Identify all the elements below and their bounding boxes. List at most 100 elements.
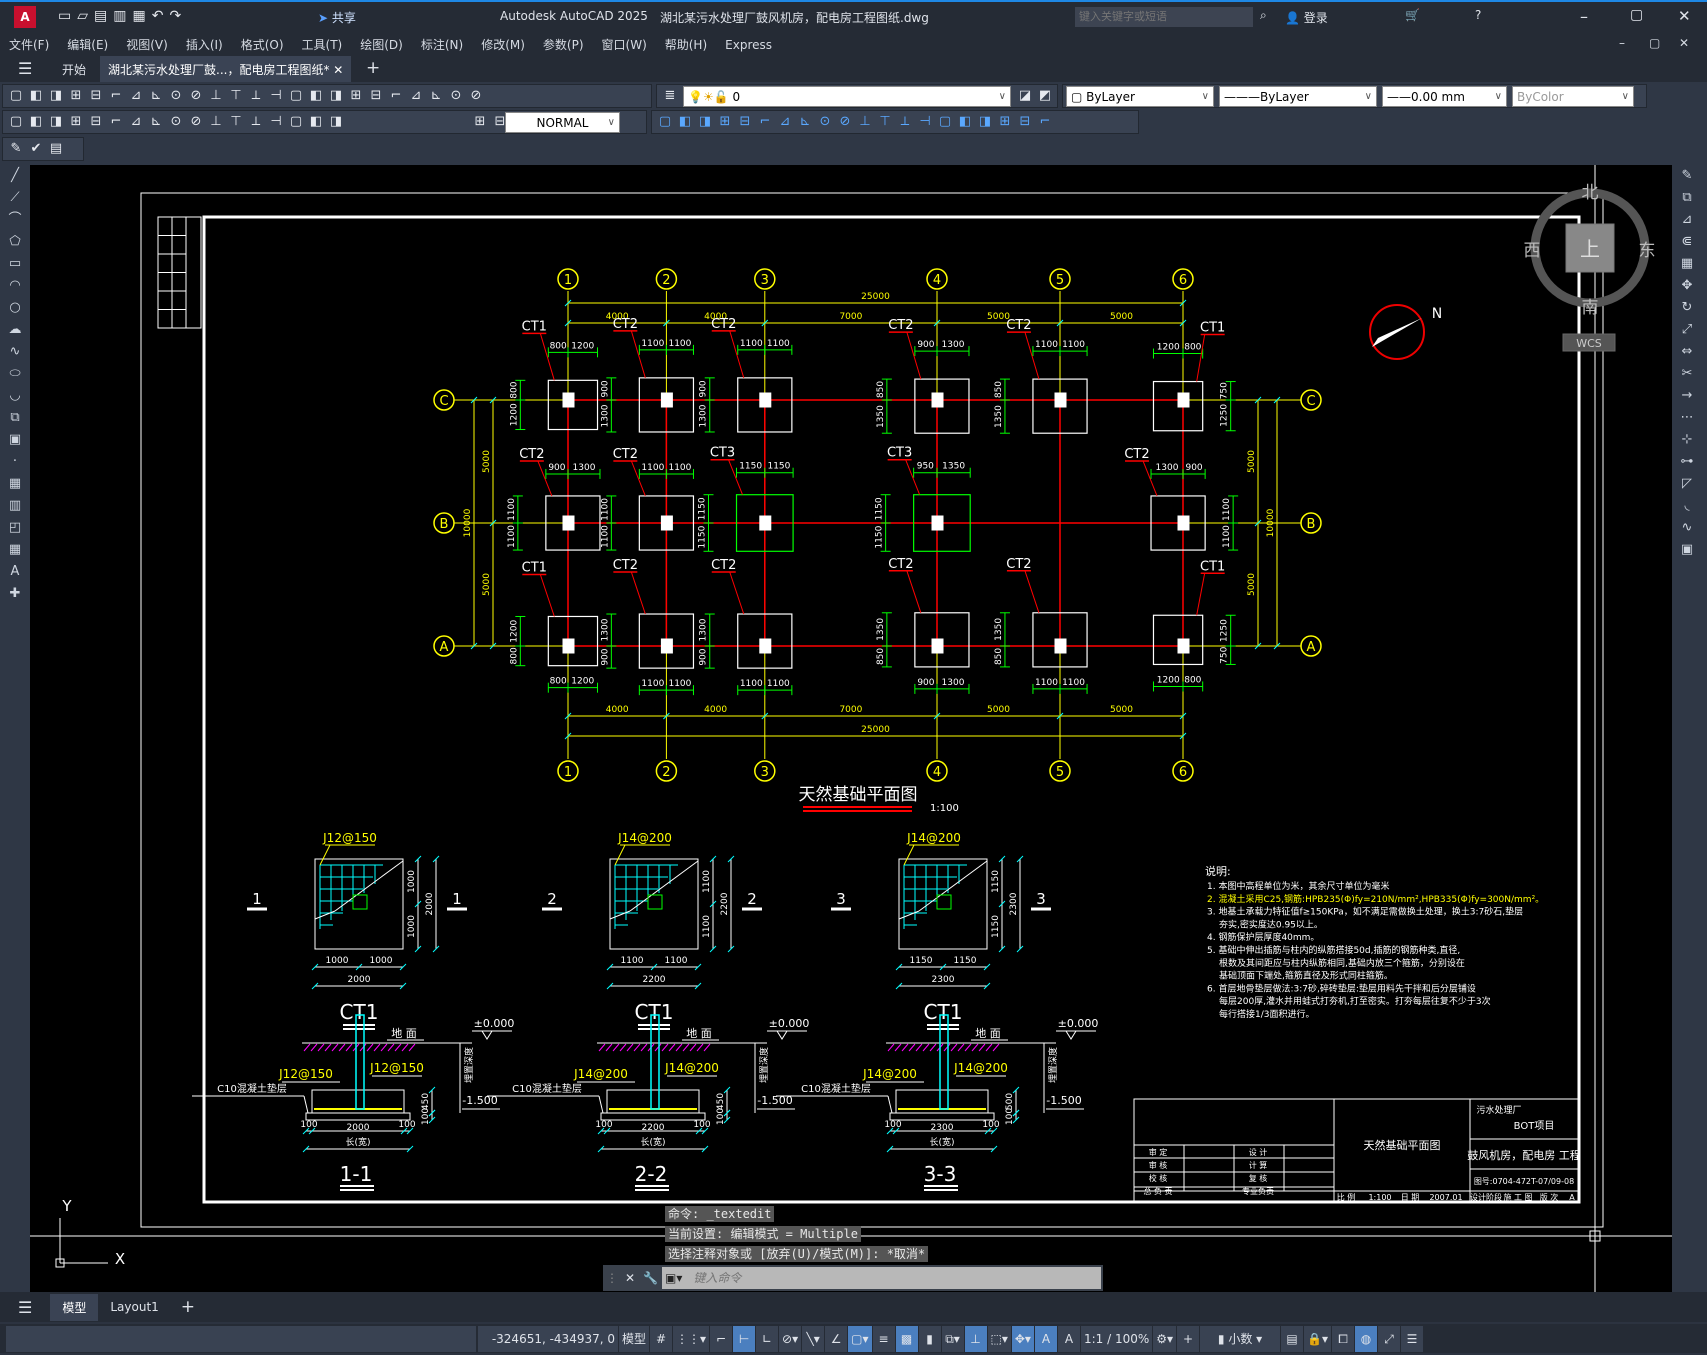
add-layout-button[interactable]: + <box>171 1297 205 1317</box>
close-command-icon[interactable]: ✕ <box>621 1271 639 1285</box>
move-icon[interactable]: ✥ <box>1672 275 1702 297</box>
ellipse-arc-icon[interactable]: ◡ <box>0 385 30 407</box>
object-snap-icon[interactable]: ▢▾ <box>848 1325 872 1352</box>
hatch-icon[interactable]: ▦ <box>0 473 30 495</box>
spline-icon[interactable]: ∿ <box>0 341 30 363</box>
inspect-icon[interactable]: ◧ <box>306 112 326 132</box>
stretch-icon[interactable]: ⊙ <box>815 112 835 132</box>
join-icon[interactable]: ⊶ <box>1672 451 1702 473</box>
dim-radius-icon[interactable]: ⊟ <box>86 112 106 132</box>
close-tab-icon[interactable]: ✕ <box>333 63 343 77</box>
dim-diameter-icon[interactable]: ⊿ <box>126 112 146 132</box>
erase-icon[interactable]: ▢ <box>655 112 675 132</box>
cut-icon[interactable]: ⊾ <box>146 86 166 106</box>
menu-item[interactable]: 绘图(D) <box>351 32 412 57</box>
pan-icon[interactable]: ⊣ <box>266 86 286 106</box>
menu-item[interactable]: 编辑(E) <box>58 32 117 57</box>
multiline-text-icon[interactable]: A <box>0 561 30 583</box>
plotstyle-select[interactable]: ByColor ∨ <box>1512 86 1634 107</box>
doc-close-button[interactable]: ✕ <box>1670 32 1698 54</box>
search-icon[interactable]: ⌕ <box>1260 8 1267 23</box>
break-icon[interactable]: ⟂ <box>895 112 915 132</box>
align-icon[interactable]: ⊞ <box>995 112 1015 132</box>
units-select[interactable]: ▮ 小数 ▾ <box>1200 1325 1281 1352</box>
grip-handle[interactable]: ⋮ <box>603 1271 621 1285</box>
print-icon[interactable]: ▦ <box>132 8 151 24</box>
polyline-icon[interactable]: ⟋ <box>0 187 30 209</box>
open-icon[interactable]: ▱ <box>77 8 94 24</box>
menu-item[interactable]: 帮助(H) <box>656 32 716 57</box>
clean-screen-icon[interactable]: ⤢ <box>1378 1325 1400 1352</box>
tolerance-icon[interactable]: ⊣ <box>266 112 286 132</box>
rotate-icon[interactable]: ↻ <box>1672 297 1702 319</box>
mirror-icon[interactable]: ⊿ <box>1672 209 1702 231</box>
extend-icon[interactable]: → <box>1672 385 1702 407</box>
arc-icon[interactable]: ◠ <box>0 275 30 297</box>
join-icon[interactable]: ⊣ <box>915 112 935 132</box>
dim-aligned-icon[interactable]: ◧ <box>26 112 46 132</box>
quick-dim-icon[interactable]: ⊙ <box>166 112 186 132</box>
break-icon[interactable]: ⊹ <box>1672 429 1702 451</box>
annotation-scale[interactable]: 1:1 / 100% <box>1080 1325 1153 1352</box>
match-icon[interactable]: ⊥ <box>206 86 226 106</box>
layer-previous-icon[interactable]: ◩ <box>1035 86 1055 106</box>
chamfer-icon[interactable]: ▢ <box>935 112 955 132</box>
dim-space-icon[interactable]: ⊤ <box>226 112 246 132</box>
menu-item[interactable]: 格式(O) <box>232 32 293 57</box>
save-as-icon[interactable]: ▥ <box>113 8 132 24</box>
copy-obj-icon[interactable]: ◧ <box>675 112 695 132</box>
command-input[interactable] <box>685 1267 1101 1289</box>
dim-break-icon[interactable]: ⟂ <box>246 112 266 132</box>
save-icon[interactable]: ▤ <box>94 8 113 24</box>
dim-jogged-icon[interactable]: ⌐ <box>106 112 126 132</box>
dim-edit-icon[interactable]: ⊞ <box>470 112 490 132</box>
trim-icon[interactable]: ✂ <box>1672 363 1702 385</box>
login-button[interactable]: 👤 登录 <box>1285 9 1328 26</box>
grid-icon[interactable]: # <box>650 1325 673 1352</box>
block-icon[interactable]: ⊟ <box>1015 112 1035 132</box>
isometric-icon[interactable]: ╲▾ <box>802 1325 825 1352</box>
redo-icon[interactable]: ↷ <box>169 8 187 24</box>
layer-select[interactable]: 💡☀🔓 0 ∨ <box>683 86 1011 107</box>
insert-block-icon[interactable]: ⧉ <box>0 407 30 429</box>
point-icon[interactable]: · <box>0 451 30 473</box>
cart-icon[interactable]: 🛒 <box>1405 8 1420 22</box>
design-center-icon[interactable]: ⊟ <box>366 86 386 106</box>
redo-icon[interactable]: ⟂ <box>246 86 266 106</box>
new-icon[interactable]: ▭ <box>58 8 77 24</box>
zoom-realtime-icon[interactable]: ▢ <box>286 86 306 106</box>
array-icon[interactable]: ▦ <box>1672 253 1702 275</box>
tab-start[interactable]: 开始 <box>62 61 86 78</box>
doc-minimize-button[interactable]: – <box>1610 32 1634 54</box>
tool-palette-icon[interactable]: ⌐ <box>386 86 406 106</box>
save-icon[interactable]: ◨ <box>46 86 66 106</box>
annotation-visibility-icon[interactable]: A <box>1034 1325 1057 1352</box>
tab-layout1[interactable]: Layout1 <box>98 1295 170 1319</box>
markup-icon[interactable]: ⊾ <box>426 86 446 106</box>
help-icon[interactable]: ⊘ <box>466 86 486 106</box>
help-icon[interactable]: ? <box>1475 8 1481 22</box>
scale-icon[interactable]: ⤢ <box>1672 319 1702 341</box>
gradient-icon[interactable]: ▥ <box>0 495 30 517</box>
quick-properties-icon[interactable]: ▤ <box>1281 1325 1304 1352</box>
doc-restore-button[interactable]: ▢ <box>1640 32 1669 54</box>
line-icon[interactable]: ╱ <box>0 165 30 187</box>
text-style-select[interactable]: NORMAL ∨ <box>505 112 620 133</box>
hardware-acceleration-icon[interactable]: ◍ <box>1355 1325 1377 1352</box>
menu-item[interactable]: 插入(I) <box>177 32 232 57</box>
lineweight-select[interactable]: —— 0.00 mm ∨ <box>1382 86 1507 107</box>
menu-item[interactable]: 工具(T) <box>293 32 352 57</box>
table-icon[interactable]: ▦ <box>0 539 30 561</box>
menu-item[interactable]: 修改(M) <box>472 32 534 57</box>
jogged-linear-icon[interactable]: ◨ <box>326 112 346 132</box>
auto-scale-icon[interactable]: A <box>1057 1325 1080 1352</box>
copy-icon[interactable]: ⧉ <box>1672 187 1702 209</box>
array-icon[interactable]: ⊟ <box>735 112 755 132</box>
dim-angular-icon[interactable]: ⊾ <box>146 112 166 132</box>
isolate-objects-icon[interactable]: ⧠ <box>1332 1325 1354 1352</box>
tab-model[interactable]: 模型 <box>50 1293 99 1321</box>
stretch-icon[interactable]: ⇔ <box>1672 341 1702 363</box>
menu-item[interactable]: 窗口(W) <box>593 32 656 57</box>
trim-icon[interactable]: ⊘ <box>835 112 855 132</box>
explode-icon[interactable]: ▣ <box>1672 539 1702 561</box>
